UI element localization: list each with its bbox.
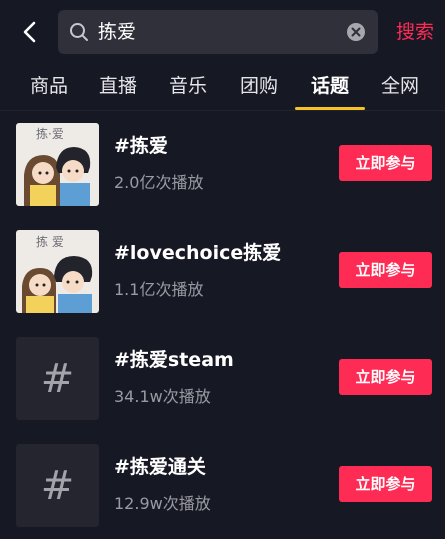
list-item[interactable]: 拣 爱 #lovechoice拣爱 1.1亿次播放 立即参与 (0, 218, 445, 325)
topic-title: #拣爱通关 (114, 456, 206, 478)
tab-group-buy[interactable]: 团购 (240, 64, 278, 110)
join-topic-button[interactable]: 立即参与 (339, 466, 432, 502)
tab-all-web[interactable]: 全网 (381, 64, 419, 110)
back-button[interactable] (14, 16, 46, 48)
topic-view-count: 34.1w次播放 (114, 387, 211, 406)
tab-topics[interactable]: 话题 (311, 64, 349, 110)
topic-thumbnail: 拣 爱 (16, 230, 99, 313)
topic-thumbnail: # (16, 337, 99, 420)
topic-title: #拣爱 (114, 135, 168, 157)
topic-title: #拣爱steam (114, 349, 234, 371)
join-topic-button[interactable]: 立即参与 (339, 359, 432, 395)
list-item[interactable]: # #拣爱通关 12.9w次播放 立即参与 (0, 432, 445, 539)
tab-live[interactable]: 直播 (99, 64, 137, 110)
couple-illustration-icon: 拣 爱 (16, 230, 99, 313)
topic-view-count: 2.0亿次播放 (114, 173, 204, 192)
join-topic-button[interactable]: 立即参与 (339, 252, 432, 288)
topic-thumbnail: 拣·爱 (16, 123, 99, 206)
chevron-left-icon (23, 21, 36, 43)
svg-text:拣 爱: 拣 爱 (36, 234, 64, 249)
topic-thumbnail: # (16, 444, 99, 527)
topic-title: #lovechoice拣爱 (114, 242, 282, 264)
svg-text:拣·爱: 拣·爱 (36, 126, 64, 141)
list-item[interactable]: 拣·爱 #拣爱 2.0亿次播放 立即参与 (0, 111, 445, 218)
couple-illustration-icon: 拣·爱 (16, 123, 99, 206)
search-input[interactable] (98, 10, 328, 54)
topic-view-count: 1.1亿次播放 (114, 280, 204, 299)
tab-music[interactable]: 音乐 (169, 64, 207, 110)
category-tabs: 商品 直播 音乐 团购 话题 全网 (0, 64, 445, 110)
topic-view-count: 12.9w次播放 (114, 494, 211, 513)
search-submit-button[interactable]: 搜索 (396, 10, 434, 54)
list-item[interactable]: # #拣爱steam 34.1w次播放 立即参与 (0, 325, 445, 432)
tab-products[interactable]: 商品 (30, 64, 68, 110)
top-bar: 搜索 (0, 0, 445, 64)
search-box[interactable] (58, 10, 378, 54)
search-icon (70, 23, 88, 41)
hashtag-icon: # (40, 355, 75, 402)
clear-icon[interactable] (346, 22, 366, 42)
hashtag-icon: # (40, 462, 75, 509)
join-topic-button[interactable]: 立即参与 (339, 145, 432, 181)
